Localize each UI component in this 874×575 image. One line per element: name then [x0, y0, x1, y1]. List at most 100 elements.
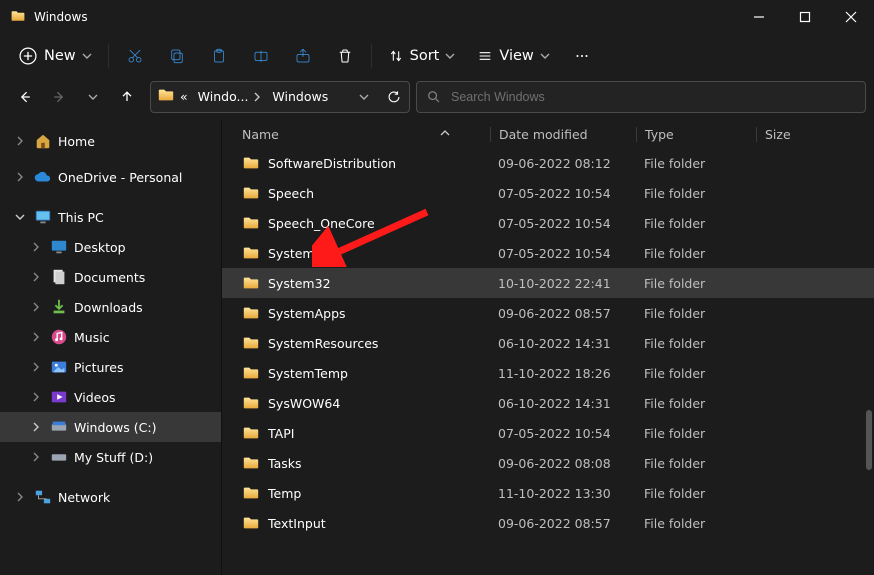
column-header-name[interactable]: Name [242, 127, 490, 142]
titlebar: Windows [0, 0, 874, 34]
folder-icon [242, 424, 260, 442]
file-date: 11-10-2022 18:26 [490, 366, 636, 381]
file-name: TextInput [268, 516, 326, 531]
sidebar-item-thispc[interactable]: This PC [0, 202, 221, 232]
file-date: 11-10-2022 13:30 [490, 486, 636, 501]
sidebar-item-videos[interactable]: Videos [0, 382, 221, 412]
column-header-type[interactable]: Type [636, 127, 756, 142]
network-icon [34, 488, 52, 506]
file-list: SoftwareDistribution09-06-2022 08:12File… [222, 148, 874, 575]
refresh-button[interactable] [379, 82, 409, 112]
file-date: 06-10-2022 14:31 [490, 396, 636, 411]
address-bar[interactable]: « Windo... Windows [150, 81, 410, 113]
new-button-label: New [44, 48, 76, 64]
file-date: 09-06-2022 08:12 [490, 156, 636, 171]
file-row[interactable]: SystemResources06-10-2022 14:31File fold… [222, 328, 874, 358]
nav-recent-button[interactable] [78, 82, 108, 112]
sidebar-item-documents[interactable]: Documents [0, 262, 221, 292]
address-folder-icon [157, 86, 175, 107]
file-date: 09-06-2022 08:57 [490, 516, 636, 531]
folder-icon [242, 484, 260, 502]
copy-button[interactable] [157, 39, 197, 73]
file-name: Speech [268, 186, 314, 201]
sidebar-item-onedrive[interactable]: OneDrive - Personal [0, 162, 221, 192]
file-type: File folder [636, 246, 756, 261]
desktop-icon [50, 238, 68, 256]
file-row[interactable]: TAPI 07-05-2022 10:54File folder [222, 418, 874, 448]
file-type: File folder [636, 156, 756, 171]
paste-button[interactable] [199, 39, 239, 73]
scrollbar-thumb[interactable] [866, 410, 872, 470]
file-date: 06-10-2022 14:31 [490, 336, 636, 351]
folder-icon [242, 244, 260, 262]
file-row[interactable]: SystemTemp11-10-2022 18:26File folder [222, 358, 874, 388]
home-icon [34, 132, 52, 150]
search-box[interactable] [416, 81, 866, 113]
file-date: 09-06-2022 08:57 [490, 306, 636, 321]
cut-button[interactable] [115, 39, 155, 73]
file-type: File folder [636, 306, 756, 321]
file-row[interactable]: SoftwareDistribution09-06-2022 08:12File… [222, 148, 874, 178]
sort-button[interactable]: Sort [378, 39, 466, 73]
nav-up-button[interactable] [112, 82, 142, 112]
file-row[interactable]: Speech_OneCore07-05-2022 10:54File folde… [222, 208, 874, 238]
address-dropdown-button[interactable] [349, 82, 379, 112]
drive-icon [50, 448, 68, 466]
file-row[interactable]: SysWOW6406-10-2022 14:31File folder [222, 388, 874, 418]
separator [371, 44, 372, 68]
folder-icon [242, 454, 260, 472]
column-headers: Name Date modified Type Size [222, 120, 874, 148]
close-button[interactable] [828, 0, 874, 34]
folder-icon [242, 364, 260, 382]
sidebar-item-downloads[interactable]: Downloads [0, 292, 221, 322]
delete-button[interactable] [325, 39, 365, 73]
window-title: Windows [34, 10, 88, 24]
file-type: File folder [636, 486, 756, 501]
file-row[interactable]: Temp 11-10-2022 13:30File folder [222, 478, 874, 508]
new-button[interactable]: New [8, 39, 102, 73]
maximize-button[interactable] [782, 0, 828, 34]
file-name: SystemTemp [268, 366, 348, 381]
file-date: 07-05-2022 10:54 [490, 426, 636, 441]
sidebar-item-home[interactable]: Home [0, 126, 221, 156]
file-name: System32 [268, 276, 331, 291]
sidebar-item-music[interactable]: Music [0, 322, 221, 352]
rename-button[interactable] [241, 39, 281, 73]
sidebar-item-drive-d[interactable]: My Stuff (D:) [0, 442, 221, 472]
search-input[interactable] [449, 89, 855, 105]
folder-icon [242, 274, 260, 292]
breadcrumb-prefix[interactable]: « [175, 82, 193, 112]
nav-forward-button[interactable] [44, 82, 74, 112]
column-header-size[interactable]: Size [756, 127, 874, 142]
file-type: File folder [636, 426, 756, 441]
share-button[interactable] [283, 39, 323, 73]
minimize-button[interactable] [736, 0, 782, 34]
file-date: 07-05-2022 10:54 [490, 186, 636, 201]
sidebar-item-network[interactable]: Network [0, 482, 221, 512]
file-name: TAPI [268, 426, 294, 441]
folder-icon [242, 394, 260, 412]
column-header-date[interactable]: Date modified [490, 127, 636, 142]
file-row[interactable]: System3210-10-2022 22:41File folder [222, 268, 874, 298]
file-row[interactable]: Speech07-05-2022 10:54File folder [222, 178, 874, 208]
separator [108, 44, 109, 68]
sidebar-item-desktop[interactable]: Desktop [0, 232, 221, 262]
file-name: Tasks [268, 456, 302, 471]
nav-back-button[interactable] [10, 82, 40, 112]
file-row[interactable]: SystemApps09-06-2022 08:57File folder [222, 298, 874, 328]
breadcrumb-item[interactable]: Windo... [193, 82, 268, 112]
file-type: File folder [636, 336, 756, 351]
nav-row: « Windo... Windows [0, 78, 874, 120]
file-row[interactable]: TextInput09-06-2022 08:57File folder [222, 508, 874, 538]
file-name: Temp [268, 486, 301, 501]
sidebar-item-drive-c[interactable]: Windows (C:) [0, 412, 221, 442]
file-row[interactable]: Tasks09-06-2022 08:08File folder [222, 448, 874, 478]
view-button[interactable]: View [467, 39, 559, 73]
monitor-icon [34, 208, 52, 226]
videos-icon [50, 388, 68, 406]
file-date: 09-06-2022 08:08 [490, 456, 636, 471]
sidebar-item-pictures[interactable]: Pictures [0, 352, 221, 382]
breadcrumb-item[interactable]: Windows [267, 82, 333, 112]
file-row[interactable]: System07-05-2022 10:54File folder [222, 238, 874, 268]
more-button[interactable] [562, 39, 602, 73]
